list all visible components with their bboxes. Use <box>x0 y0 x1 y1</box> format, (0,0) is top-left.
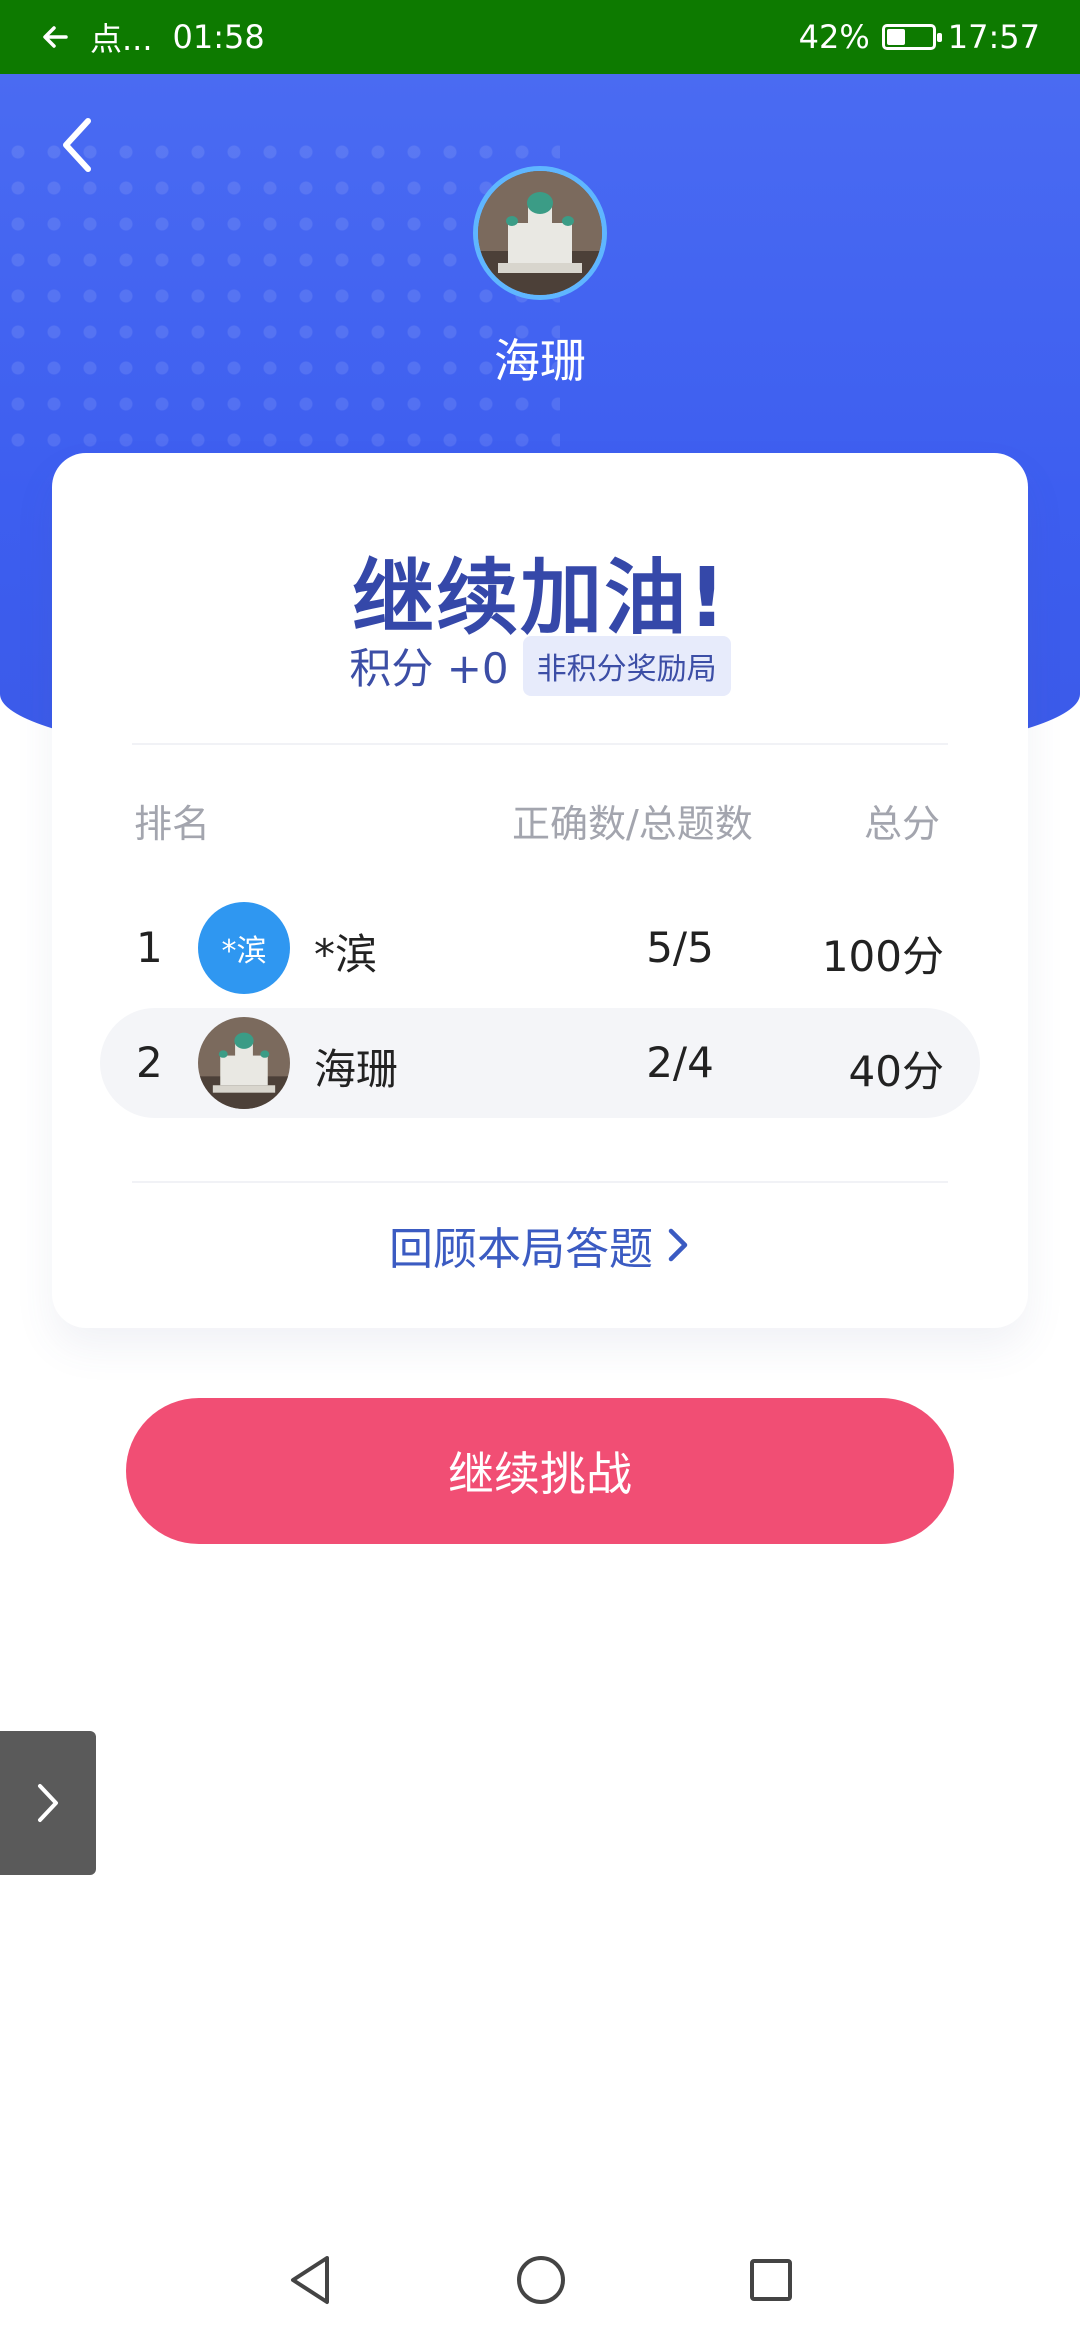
header-rank: 排名 <box>134 802 211 846</box>
ranking-row-self: 2 海珊 2/4 40分 <box>100 1008 980 1118</box>
timer: 01:58 <box>172 18 265 56</box>
result-headline: 继续加油! <box>352 551 728 646</box>
row-rank: 2 <box>136 1038 163 1087</box>
continue-challenge-button[interactable]: 继续挑战 <box>126 1398 954 1544</box>
cathedral-image <box>478 171 602 295</box>
circle-home-icon[interactable] <box>515 2254 567 2306</box>
row-ratio: 2/4 <box>646 1038 714 1087</box>
triangle-back-icon[interactable] <box>285 2252 335 2308</box>
non-reward-tag: 非积分奖励局 <box>522 635 731 696</box>
review-answers-link[interactable]: 回顾本局答题 <box>52 1213 1028 1277</box>
continue-challenge-label: 继续挑战 <box>448 1447 632 1501</box>
chevron-left-icon <box>63 118 91 172</box>
score-label: 积分 +0 <box>349 644 509 693</box>
hero-pattern <box>0 134 560 464</box>
back-button[interactable] <box>58 110 118 180</box>
battery-percent: 42% <box>798 18 870 56</box>
arrow-left-icon[interactable] <box>40 22 70 52</box>
row-total: 100分 <box>821 932 944 981</box>
score-line: 积分 +0 非积分奖励局 <box>52 635 1028 696</box>
row-name: 海珊 <box>314 1045 399 1094</box>
hero-username: 海珊 <box>494 334 586 388</box>
header-total: 总分 <box>863 802 940 846</box>
row-ratio: 5/5 <box>646 923 714 972</box>
chevron-right-icon <box>668 1228 688 1262</box>
cathedral-image <box>198 1017 290 1109</box>
square-recent-icon[interactable] <box>747 2256 795 2304</box>
header-ratio: 正确数/总题数 <box>512 802 753 846</box>
row-name: *滨 <box>314 930 378 979</box>
clock: 17:57 <box>947 18 1040 56</box>
battery-icon <box>881 24 942 50</box>
ranking-row: 1 *滨 *滨 5/5 100分 <box>100 893 980 1003</box>
row-rank: 1 <box>136 923 163 972</box>
divider <box>132 743 948 745</box>
app-short-name: 点... <box>90 20 153 58</box>
result-card: 继续加油! 积分 +0 非积分奖励局 排名 正确数/总题数 总分 1 *滨 *滨… <box>52 453 1028 1328</box>
chevron-right-icon <box>38 1784 58 1822</box>
divider <box>132 1181 948 1183</box>
side-expand-tab[interactable] <box>0 1731 96 1875</box>
status-bar: 点... 01:58 42% 17:57 <box>0 0 1080 74</box>
review-label: 回顾本局答题 <box>389 1224 653 1275</box>
row-avatar: *滨 <box>198 902 290 994</box>
user-avatar <box>473 166 607 300</box>
system-nav-bar <box>0 2220 1080 2340</box>
row-avatar <box>198 1017 290 1109</box>
row-total: 40分 <box>848 1047 944 1096</box>
